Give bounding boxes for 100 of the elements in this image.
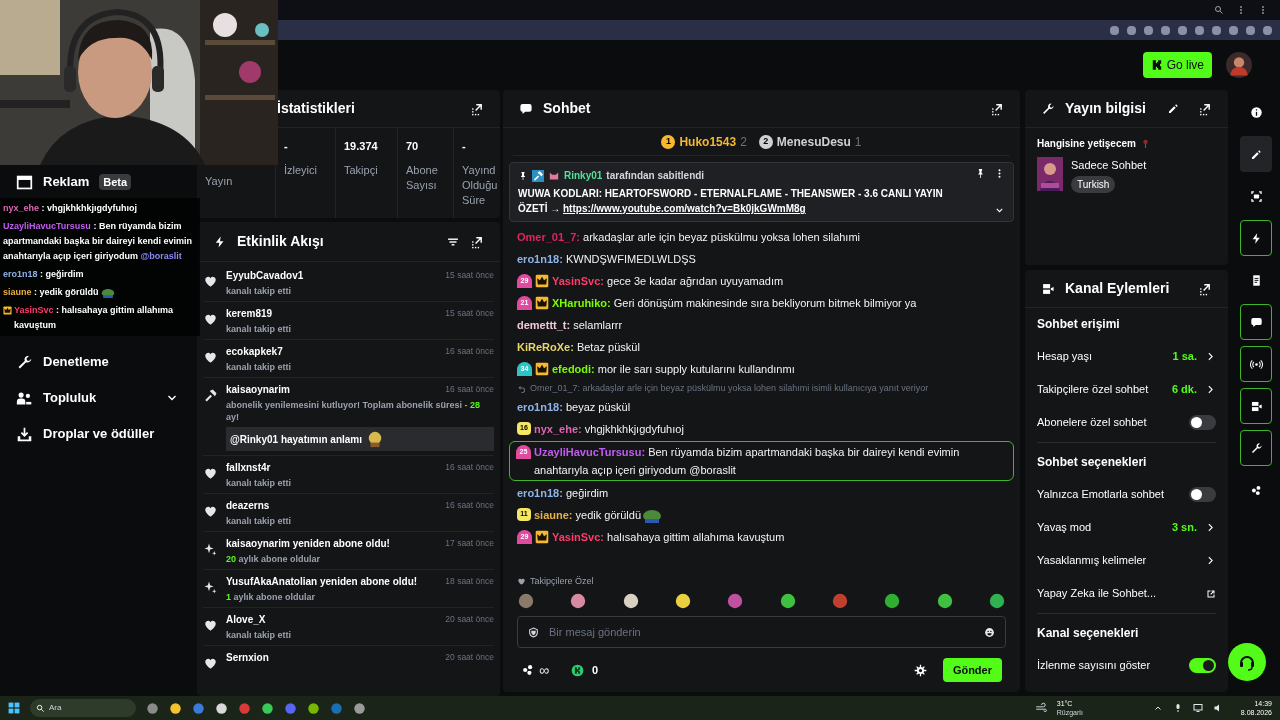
pinned-by-user[interactable]: Rinky01 (564, 168, 603, 183)
sidebar-item[interactable]: Topluluk (43, 388, 97, 408)
emote-icon[interactable] (674, 592, 692, 610)
emote-icon[interactable] (883, 592, 902, 610)
app-icon[interactable] (353, 701, 366, 715)
chat-message: ero1n18: beyaz püskül (517, 399, 631, 415)
event-time: 16 saat önce (445, 383, 494, 396)
dots-icon[interactable] (521, 663, 535, 677)
toggle-switch[interactable] (1189, 487, 1216, 502)
broadcast-icon (1249, 357, 1263, 371)
pin-icon[interactable] (975, 168, 986, 179)
sidebar-tool-button[interactable] (1240, 430, 1272, 466)
sidebar-tool-button[interactable] (1240, 346, 1272, 382)
kicks-count: 0 (592, 662, 599, 678)
setting-label: İzlenme sayısını göster (1037, 658, 1152, 674)
message-count: 2 (740, 133, 747, 151)
hammer-icon (532, 169, 544, 182)
setting-value: 3 sn. (1171, 520, 1197, 536)
pop-out-icon[interactable] (1198, 281, 1212, 296)
section-title: Sohbet erişimi (1037, 316, 1121, 333)
pop-out-icon[interactable] (1198, 101, 1212, 116)
event-title: YusufAkaAnatolian yeniden abone oldu! (226, 575, 419, 589)
event-title: ecokapkek7 (226, 345, 284, 359)
chat-icon (519, 101, 533, 116)
chat-message: XHaruhiko: Geri dönüşüm makinesinde sıra bekliyorum bitmek bilmiyor ya (552, 296, 917, 311)
event-detail: 1 aylık abone oldular (226, 591, 317, 603)
sparkle-icon (203, 542, 218, 557)
message-input[interactable]: Bir mesaj gönderin (517, 616, 1006, 648)
emote-icon[interactable] (621, 592, 640, 610)
category-name[interactable]: Sadece Sohbet (1071, 157, 1147, 174)
chatter-name[interactable]: Huko1543 (679, 132, 737, 151)
beta-badge: Beta (99, 173, 132, 191)
panel-title: İstatistikleri (277, 99, 355, 118)
emoji-icon[interactable] (984, 626, 995, 638)
app-icon[interactable] (307, 701, 320, 715)
link[interactable]: https://www.youtube.com/watch?v=Bk0jkGWmM8g (563, 203, 806, 214)
shield-icon (528, 626, 539, 638)
app-icon[interactable] (146, 701, 159, 715)
event-detail: kanalı takip etti (226, 361, 293, 373)
event-time: 15 saat önce (445, 269, 494, 282)
search-icon[interactable] (1214, 5, 1224, 15)
chat-message: nyx_ehe: vhgjkhkhkjıgdyfuhıoj (534, 421, 684, 437)
help-button[interactable] (1228, 643, 1266, 681)
emote-icon[interactable] (569, 592, 588, 610)
sidebar-item[interactable]: Denetleme (43, 352, 109, 372)
heart-icon (203, 274, 218, 289)
external-link-icon[interactable] (1206, 588, 1216, 599)
chat-message: siaune: yedik görüldü (534, 507, 641, 523)
sidebar-item[interactable]: Reklam (43, 172, 90, 192)
emote-icon[interactable] (778, 592, 797, 610)
app-icon[interactable] (169, 701, 182, 715)
stat-value: - (462, 139, 467, 154)
app-icon[interactable] (215, 701, 228, 715)
section-title: Kanal seçenekleri (1037, 625, 1140, 642)
input-field[interactable]: Bir mesaj gönderin (549, 623, 974, 641)
emote-icon[interactable] (935, 592, 954, 610)
stat-label: İzleyici (284, 162, 318, 178)
quote-text: @Rinky01 hayatımın anlamı (230, 432, 363, 447)
info-icon (1249, 105, 1263, 119)
toggle-switch[interactable] (1189, 415, 1216, 430)
camera-icon (1041, 281, 1055, 296)
app-icon[interactable] (261, 701, 274, 715)
sidebar-item[interactable]: Droplar ve ödüller (43, 424, 155, 444)
avatar[interactable] (1226, 52, 1252, 78)
pop-out-icon[interactable] (470, 234, 484, 249)
stat-label: Yayın (205, 174, 234, 189)
panel-title: Etkinlik Akışı (237, 232, 324, 251)
monitor-icon[interactable] (1192, 703, 1203, 713)
setting-label: Takipçilere özel sohbet (1037, 382, 1150, 398)
address-bar[interactable] (278, 20, 1280, 40)
event-time: 15 saat önce (445, 307, 494, 320)
sparkle-icon (203, 580, 218, 595)
sidebar-tool-button[interactable] (1240, 388, 1272, 424)
sidebar-tool-button[interactable] (1240, 220, 1272, 256)
event-title: kaisaoynarim (226, 383, 291, 397)
sidebar-tool-button[interactable] (1240, 304, 1272, 340)
go-live-button[interactable]: Go live (1142, 52, 1212, 78)
chat-message: siaune : yedik görüldü (3, 286, 99, 299)
hammer-icon (203, 388, 218, 403)
search-icon (36, 703, 45, 713)
emote-icon[interactable] (987, 592, 1006, 610)
chatter-name[interactable]: MenesuDesu (776, 132, 851, 151)
pop-out-icon[interactable] (990, 101, 1004, 116)
event-detail: kanalı takip etti (226, 629, 293, 641)
language-tag[interactable]: Turkish (1071, 175, 1116, 193)
windows-icon[interactable] (8, 702, 20, 714)
rank-badge: 2 (758, 134, 773, 149)
edit-icon[interactable] (1167, 102, 1180, 115)
event-detail: kanalı takip etti (226, 515, 293, 527)
chat-message: YasinSvc: gece 3e kadar ağrıdan uyuyamadım (552, 274, 784, 289)
wrench-icon (1041, 101, 1055, 116)
heart-icon (203, 466, 218, 481)
event-time: 18 saat önce (445, 575, 494, 588)
toggle-switch[interactable] (1189, 658, 1216, 673)
pop-out-icon[interactable] (470, 101, 484, 116)
section-title: Sohbet seçenekleri (1037, 454, 1148, 471)
search-field[interactable]: Ara (30, 699, 136, 717)
settings-icon[interactable] (913, 663, 927, 677)
send-button[interactable]: Gönder (942, 658, 1002, 682)
heart-icon (517, 576, 526, 586)
